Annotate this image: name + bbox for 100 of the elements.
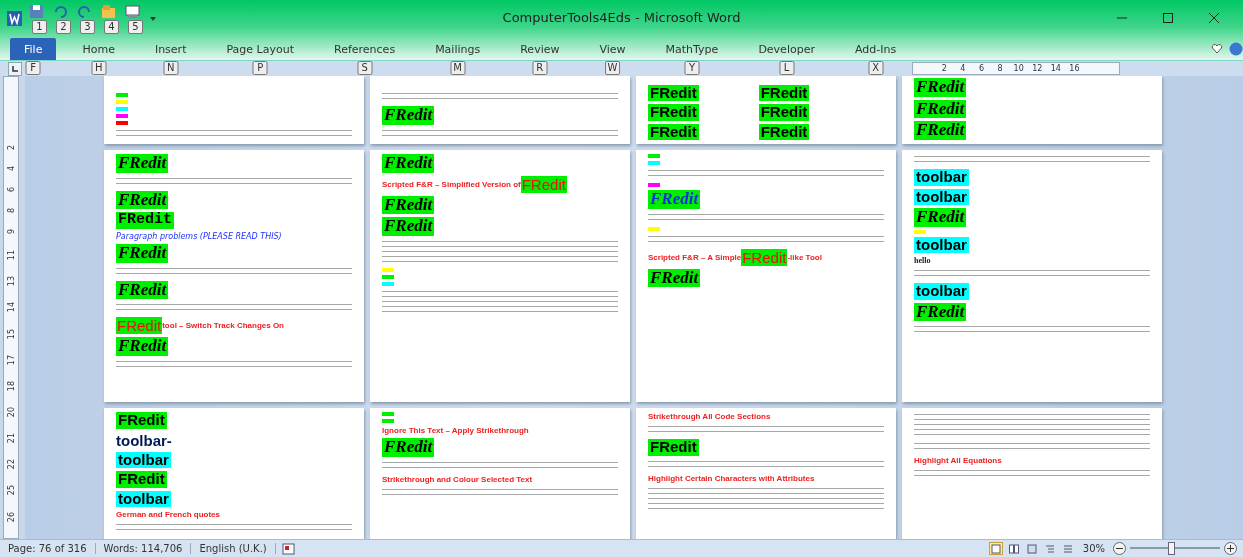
- tab-stop-icon: [11, 64, 19, 73]
- highlighted-word: FRedit: [758, 123, 810, 140]
- keytip: Y: [684, 60, 700, 75]
- highlighted-word: FRedit: [116, 190, 169, 210]
- ribbon-tab[interactable]: Add-Ins: [840, 38, 911, 60]
- ruler-number: 4: [6, 166, 16, 172]
- highlighted-word: FRedit: [116, 243, 169, 263]
- highlighted-word: FRedit: [116, 337, 169, 356]
- keytip: 5: [128, 19, 143, 34]
- outline-icon: [1044, 543, 1055, 554]
- heading: tool – Switch Track Changes On: [162, 321, 284, 331]
- highlighted-word: FRedit: [648, 84, 699, 101]
- link[interactable]: Paragraph problems (PLEASE READ THIS): [116, 231, 282, 241]
- ruler-number: 14: [1049, 64, 1062, 73]
- ribbon-tab[interactable]: File: [10, 38, 57, 60]
- ruler-number: 22: [6, 459, 16, 470]
- save-icon[interactable]: [28, 2, 45, 20]
- highlighted-word: FRedit: [116, 471, 167, 488]
- highlighted-word: toolbar: [116, 451, 171, 468]
- ruler-number: 15: [6, 328, 16, 339]
- heading: Strikethrough All Code Sections: [648, 412, 771, 421]
- keytip: 3: [80, 19, 95, 34]
- minus-icon: [1116, 545, 1123, 552]
- ruler-number: 12: [1031, 64, 1044, 73]
- keytip: X: [868, 60, 884, 75]
- web-page-icon: [1026, 543, 1037, 554]
- keytip: 1: [32, 19, 47, 34]
- heading-highlight: FRedit: [520, 175, 567, 193]
- word: toolbar-: [116, 431, 173, 449]
- ruler-number: 6: [6, 187, 16, 193]
- highlighted-word: FRedit: [382, 154, 435, 173]
- page-count[interactable]: Page: 76 of 316: [0, 543, 96, 554]
- ruler-number: 18: [6, 380, 16, 392]
- tab-selector[interactable]: [8, 61, 22, 76]
- ruler-number: 13: [6, 276, 16, 287]
- lines-icon: [1062, 543, 1073, 554]
- highlighted-word: FRedit: [914, 77, 967, 97]
- ruler-number: 10: [1012, 64, 1025, 73]
- highlighted-word: toolbar: [914, 188, 969, 205]
- macro-record-icon[interactable]: [281, 542, 295, 555]
- highlighted-word: FRedit: [116, 212, 174, 229]
- heading: Ignore This Text – Apply Strikethrough: [382, 426, 529, 435]
- highlighted-word: FRedit: [382, 195, 435, 215]
- highlighted-word: FRedit: [382, 217, 435, 237]
- highlighted-word: FRedit: [914, 208, 967, 227]
- word-count[interactable]: Words: 114,706: [95, 543, 192, 554]
- highlighted-word: FRedit: [648, 123, 699, 140]
- ribbon-tab[interactable]: View: [585, 38, 640, 60]
- highlighted-word: FRedit: [648, 268, 701, 288]
- ruler-number: 26: [6, 511, 16, 522]
- heading: Scripted F&R – A Simple: [648, 252, 742, 262]
- heading: Strikethrough and Colour Selected Text: [382, 474, 533, 484]
- ruler-number: 8: [6, 208, 16, 214]
- keytip: S: [357, 60, 373, 75]
- ribbon-tab[interactable]: References: [320, 38, 410, 60]
- book-icon: [1008, 543, 1019, 554]
- ribbon-tab[interactable]: Developer: [744, 38, 829, 60]
- keytip: 2: [56, 19, 71, 34]
- highlighted-word: FRedit: [914, 99, 967, 119]
- highlighted-word: toolbar: [116, 490, 171, 507]
- highlighted-word: toolbar: [914, 283, 969, 300]
- ribbon-tab[interactable]: Insert: [140, 38, 201, 60]
- highlighted-word: FRedit: [648, 104, 699, 121]
- heading: German and French quotes: [116, 510, 221, 519]
- language[interactable]: English (U.K.): [191, 543, 276, 554]
- keytip: P: [252, 60, 268, 75]
- ribbon-tab[interactable]: Page Layout: [212, 38, 308, 60]
- highlighted-word: FRedit: [116, 280, 169, 300]
- monitor-icon[interactable]: [124, 2, 141, 20]
- ribbon-tab[interactable]: MathType: [651, 38, 733, 60]
- keytip: 4: [104, 19, 119, 34]
- page-icon: [990, 543, 1001, 554]
- ruler-number: 4: [959, 64, 967, 73]
- ruler-number: 9: [6, 229, 16, 235]
- highlighted-word: FRedit: [758, 104, 810, 121]
- heart-icon[interactable]: [1211, 43, 1223, 55]
- highlighted-word: FRedit: [648, 190, 701, 209]
- heading: Highlight Certain Characters with Attributes: [648, 473, 815, 483]
- word-logo-icon[interactable]: [6, 9, 22, 26]
- highlighted-word: toolbar: [914, 169, 969, 186]
- zoom-level[interactable]: 30%: [1082, 543, 1105, 554]
- ruler-number: 16: [1068, 64, 1081, 73]
- keytip: L: [779, 60, 795, 75]
- highlighted-word: FRedit: [382, 438, 435, 457]
- ruler-number: 17: [6, 354, 16, 365]
- zoom-in-button[interactable]: [1224, 542, 1237, 555]
- zoom-out-button[interactable]: [1113, 542, 1126, 555]
- highlighted-word: FRedit: [116, 412, 167, 429]
- heading: Highlight All Equations: [914, 456, 1002, 465]
- ribbon-tab[interactable]: Review: [506, 38, 574, 60]
- heading: Scripted F&R – Simplified Version of: [382, 179, 521, 189]
- zoom-slider-thumb[interactable]: [1167, 542, 1175, 555]
- ribbon-tab[interactable]: Home: [68, 38, 129, 60]
- keytip: R: [532, 60, 548, 75]
- full-screen-reading-button[interactable]: [1006, 542, 1021, 555]
- highlighted-word: FRedit: [914, 121, 967, 140]
- highlighted-word: FRedit: [116, 154, 169, 173]
- plus-icon: [1227, 545, 1234, 552]
- ribbon-tab[interactable]: Mailings: [421, 38, 495, 60]
- window-title: ComputerTools4Eds - Microsoft Word: [502, 10, 741, 25]
